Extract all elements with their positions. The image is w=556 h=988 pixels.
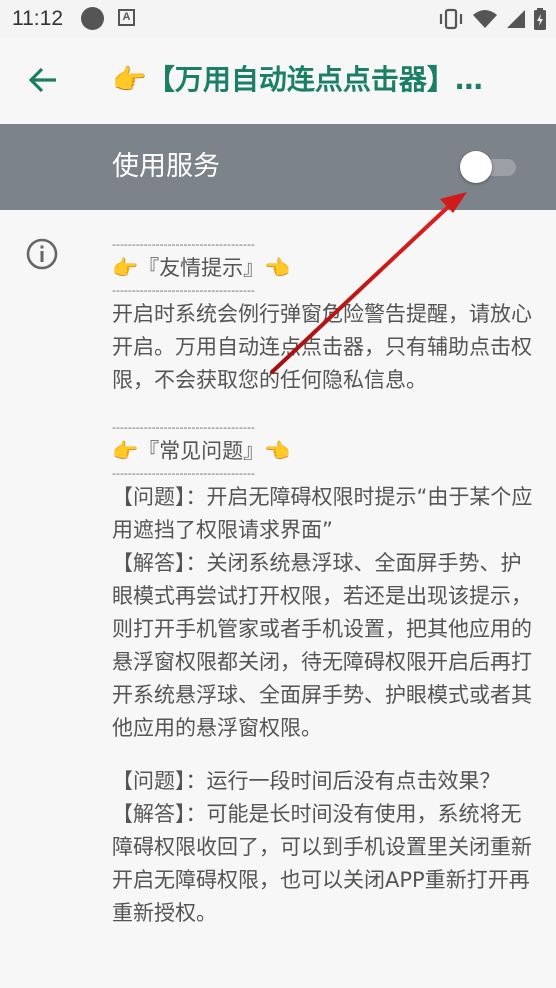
faq-question: 【问题】：开启无障碍权限时提示“由于某个应用遮挡了权限请求界面” xyxy=(112,485,533,542)
separator-line: ------------------------------------ xyxy=(112,421,255,434)
info-icon xyxy=(26,238,58,270)
faq-question: 【问题】：运行一段时间后没有点击效果？ xyxy=(112,769,501,793)
page-title: 👉【万用自动连点点击器】… xyxy=(112,63,483,96)
service-toggle[interactable] xyxy=(460,151,518,183)
faq-answer: 【解答】：可能是长时间没有使用，系统将无障碍权限收回了，可以到手机设置里关闭重新… xyxy=(112,802,532,925)
service-label: 使用服务 xyxy=(112,151,220,182)
service-switch-row[interactable]: 使用服务 xyxy=(0,124,556,210)
status-icons xyxy=(438,7,546,31)
signal-icon xyxy=(507,10,525,28)
separator-line: ------------------------------------ xyxy=(112,238,255,251)
status-time: 11:12 xyxy=(12,7,63,30)
wifi-icon xyxy=(473,10,497,28)
battery-icon xyxy=(534,8,546,30)
tip-text: 开启时系统会例行弹窗危险警告提醒，请放心开启。万用自动连点点击器，只有辅助点击权… xyxy=(112,302,532,392)
description-content: ------------------------------------ 👉『友… xyxy=(112,238,542,930)
toggle-thumb xyxy=(460,151,492,183)
app-bar: 👉【万用自动连点点击器】… xyxy=(0,38,556,124)
separator-line: ------------------------------------ xyxy=(112,467,255,480)
faq-answer: 【解答】：关闭系统悬浮球、全面屏手势、护眼模式再尝试打开权限，若还是出现该提示，… xyxy=(112,551,532,740)
back-button[interactable] xyxy=(20,58,68,106)
faq-heading: 👉『常见问题』👈 xyxy=(112,439,291,463)
status-bar: 11:12 A xyxy=(0,0,556,38)
circle-notification-icon xyxy=(81,7,104,30)
a-notification-icon: A xyxy=(118,9,135,26)
vibrate-icon xyxy=(439,8,463,30)
separator-line: ------------------------------------ xyxy=(112,284,255,297)
arrow-back-icon xyxy=(28,67,56,93)
tip-heading: 👉『友情提示』👈 xyxy=(112,256,291,280)
